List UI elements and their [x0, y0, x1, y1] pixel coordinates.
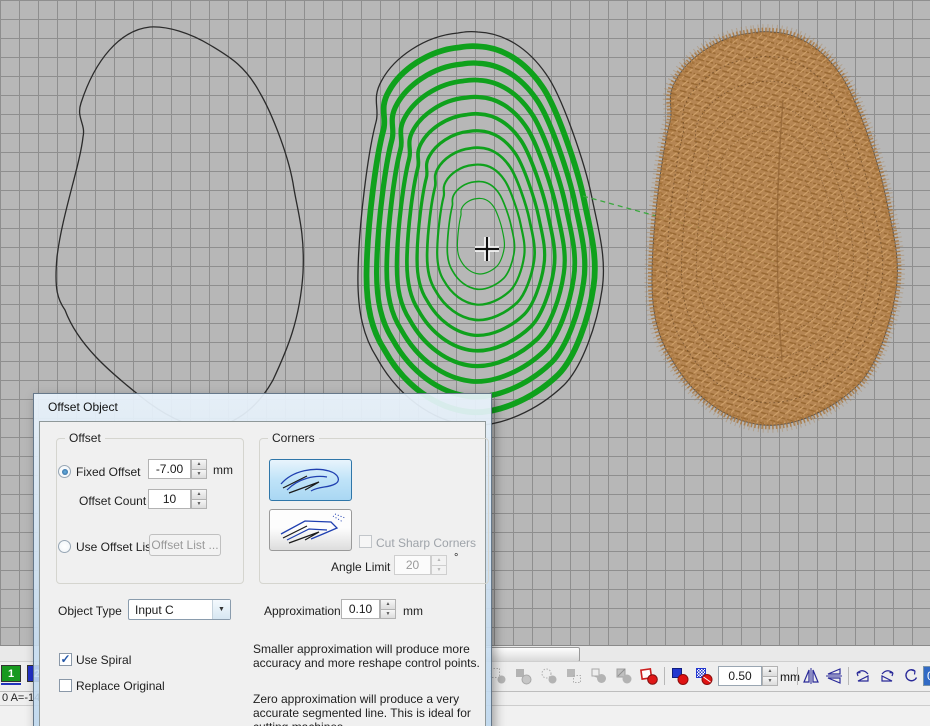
- approximation-spinner[interactable]: ▲ ▼: [380, 599, 396, 619]
- application-window: 1 2 0.50 ▲ ▼: [0, 0, 930, 726]
- angle-limit-label: Angle Limit: [331, 560, 390, 574]
- fixed-offset-spinner[interactable]: ▲ ▼: [191, 459, 207, 479]
- use-offset-list-label: Use Offset List: [76, 540, 154, 554]
- spin-down-icon[interactable]: ▼: [431, 566, 447, 576]
- stitched-object[interactable]: [652, 32, 898, 426]
- toolbar-separator: [848, 667, 849, 685]
- rotate-reset-icon[interactable]: [901, 666, 921, 686]
- fixed-offset-field[interactable]: -7.00: [148, 459, 191, 479]
- rotate-left-icon[interactable]: [853, 666, 873, 686]
- pattern-square-red-circle-icon[interactable]: [694, 666, 714, 686]
- blue-square-red-circle-icon[interactable]: [670, 666, 690, 686]
- spin-down-icon[interactable]: ▼: [191, 470, 207, 480]
- replace-original-checkbox[interactable]: [59, 679, 72, 692]
- spin-down-icon[interactable]: ▼: [191, 500, 207, 510]
- spin-up-icon[interactable]: ▲: [191, 459, 207, 470]
- fixed-offset-unit: mm: [213, 463, 233, 477]
- stitch-length-field[interactable]: 0.50: [718, 666, 762, 686]
- outline-object[interactable]: [56, 27, 303, 428]
- cut-sharp-corners-checkbox[interactable]: [359, 535, 372, 548]
- offset-count-spinner[interactable]: ▲ ▼: [191, 489, 207, 509]
- replace-original-label: Replace Original: [76, 679, 165, 693]
- rotate-angle-field[interactable]: 0: [923, 666, 930, 686]
- spin-up-icon[interactable]: ▲: [380, 599, 396, 610]
- approximation-label: Approximation: [264, 604, 341, 618]
- crosshair-cursor: [475, 237, 499, 261]
- offset-count-label: Offset Count: [79, 494, 146, 508]
- offset-object-dialog: Offset Object Offset Fixed Offset -7.00 …: [33, 393, 492, 726]
- sharp-corners-button[interactable]: [269, 509, 352, 551]
- approximation-note-1: Smaller approximation will produce more …: [253, 642, 491, 670]
- mirror-vertical-icon[interactable]: [824, 666, 844, 686]
- selected-color-indicator: [1, 683, 21, 685]
- toolbar-separator: [664, 667, 665, 685]
- offset-count-field[interactable]: 10: [148, 489, 191, 509]
- dashed-circle-icon[interactable]: [539, 666, 559, 686]
- approximation-field[interactable]: 0.10: [341, 599, 380, 619]
- spin-up-icon[interactable]: ▲: [762, 666, 778, 677]
- spin-up-icon[interactable]: ▲: [191, 489, 207, 500]
- use-spiral-checkbox[interactable]: ✓: [59, 653, 72, 666]
- stitch-length-spinner[interactable]: ▲ ▼: [762, 666, 778, 686]
- sharp-corners-icon: [275, 513, 347, 547]
- cut-sharp-corners-label: Cut Sharp Corners: [376, 536, 476, 550]
- offset-list-button[interactable]: Offset List ...: [149, 534, 221, 556]
- spin-down-icon[interactable]: ▼: [380, 610, 396, 620]
- object-type-label: Object Type: [58, 604, 122, 618]
- approximation-unit: mm: [403, 604, 423, 618]
- spin-up-icon[interactable]: ▲: [431, 555, 447, 566]
- round-corners-icon: [275, 463, 347, 497]
- square-node-icon[interactable]: [589, 666, 609, 686]
- use-offset-list-radio[interactable]: [58, 540, 71, 553]
- offset-group-label: Offset: [65, 431, 105, 445]
- toolbar-separator: [797, 667, 798, 685]
- use-spiral-label: Use Spiral: [76, 653, 131, 667]
- angle-limit-spinner[interactable]: ▲ ▼: [431, 555, 447, 575]
- thread-color-1[interactable]: 1: [1, 665, 21, 682]
- object-type-value: Input C: [129, 603, 212, 617]
- dialog-title[interactable]: Offset Object: [34, 394, 491, 424]
- round-corners-button[interactable]: [269, 459, 352, 501]
- rotate-right-icon[interactable]: [877, 666, 897, 686]
- approximation-note-2: Zero approximation will produce a very a…: [253, 692, 491, 726]
- mirror-horizontal-icon[interactable]: [801, 666, 821, 686]
- red-outline-square-circle-icon[interactable]: [639, 666, 659, 686]
- corners-group-label: Corners: [268, 431, 319, 445]
- square-corner-icon[interactable]: [564, 666, 584, 686]
- offset-object[interactable]: [358, 32, 604, 426]
- angle-limit-field[interactable]: 20: [394, 555, 431, 575]
- angle-limit-unit: °: [454, 552, 458, 564]
- square-nodes-icon[interactable]: [614, 666, 634, 686]
- chevron-down-icon: ▼: [212, 600, 230, 619]
- rotate-angle-value: 0: [924, 667, 930, 685]
- fixed-offset-radio[interactable]: [58, 465, 71, 478]
- spin-down-icon[interactable]: ▼: [762, 677, 778, 687]
- fixed-offset-label: Fixed Offset: [76, 465, 140, 479]
- object-type-dropdown[interactable]: Input C ▼: [128, 599, 231, 620]
- square-circle-icon[interactable]: [513, 666, 533, 686]
- dialog-client-area: Offset Fixed Offset -7.00 ▲ ▼ mm Offset …: [39, 421, 486, 726]
